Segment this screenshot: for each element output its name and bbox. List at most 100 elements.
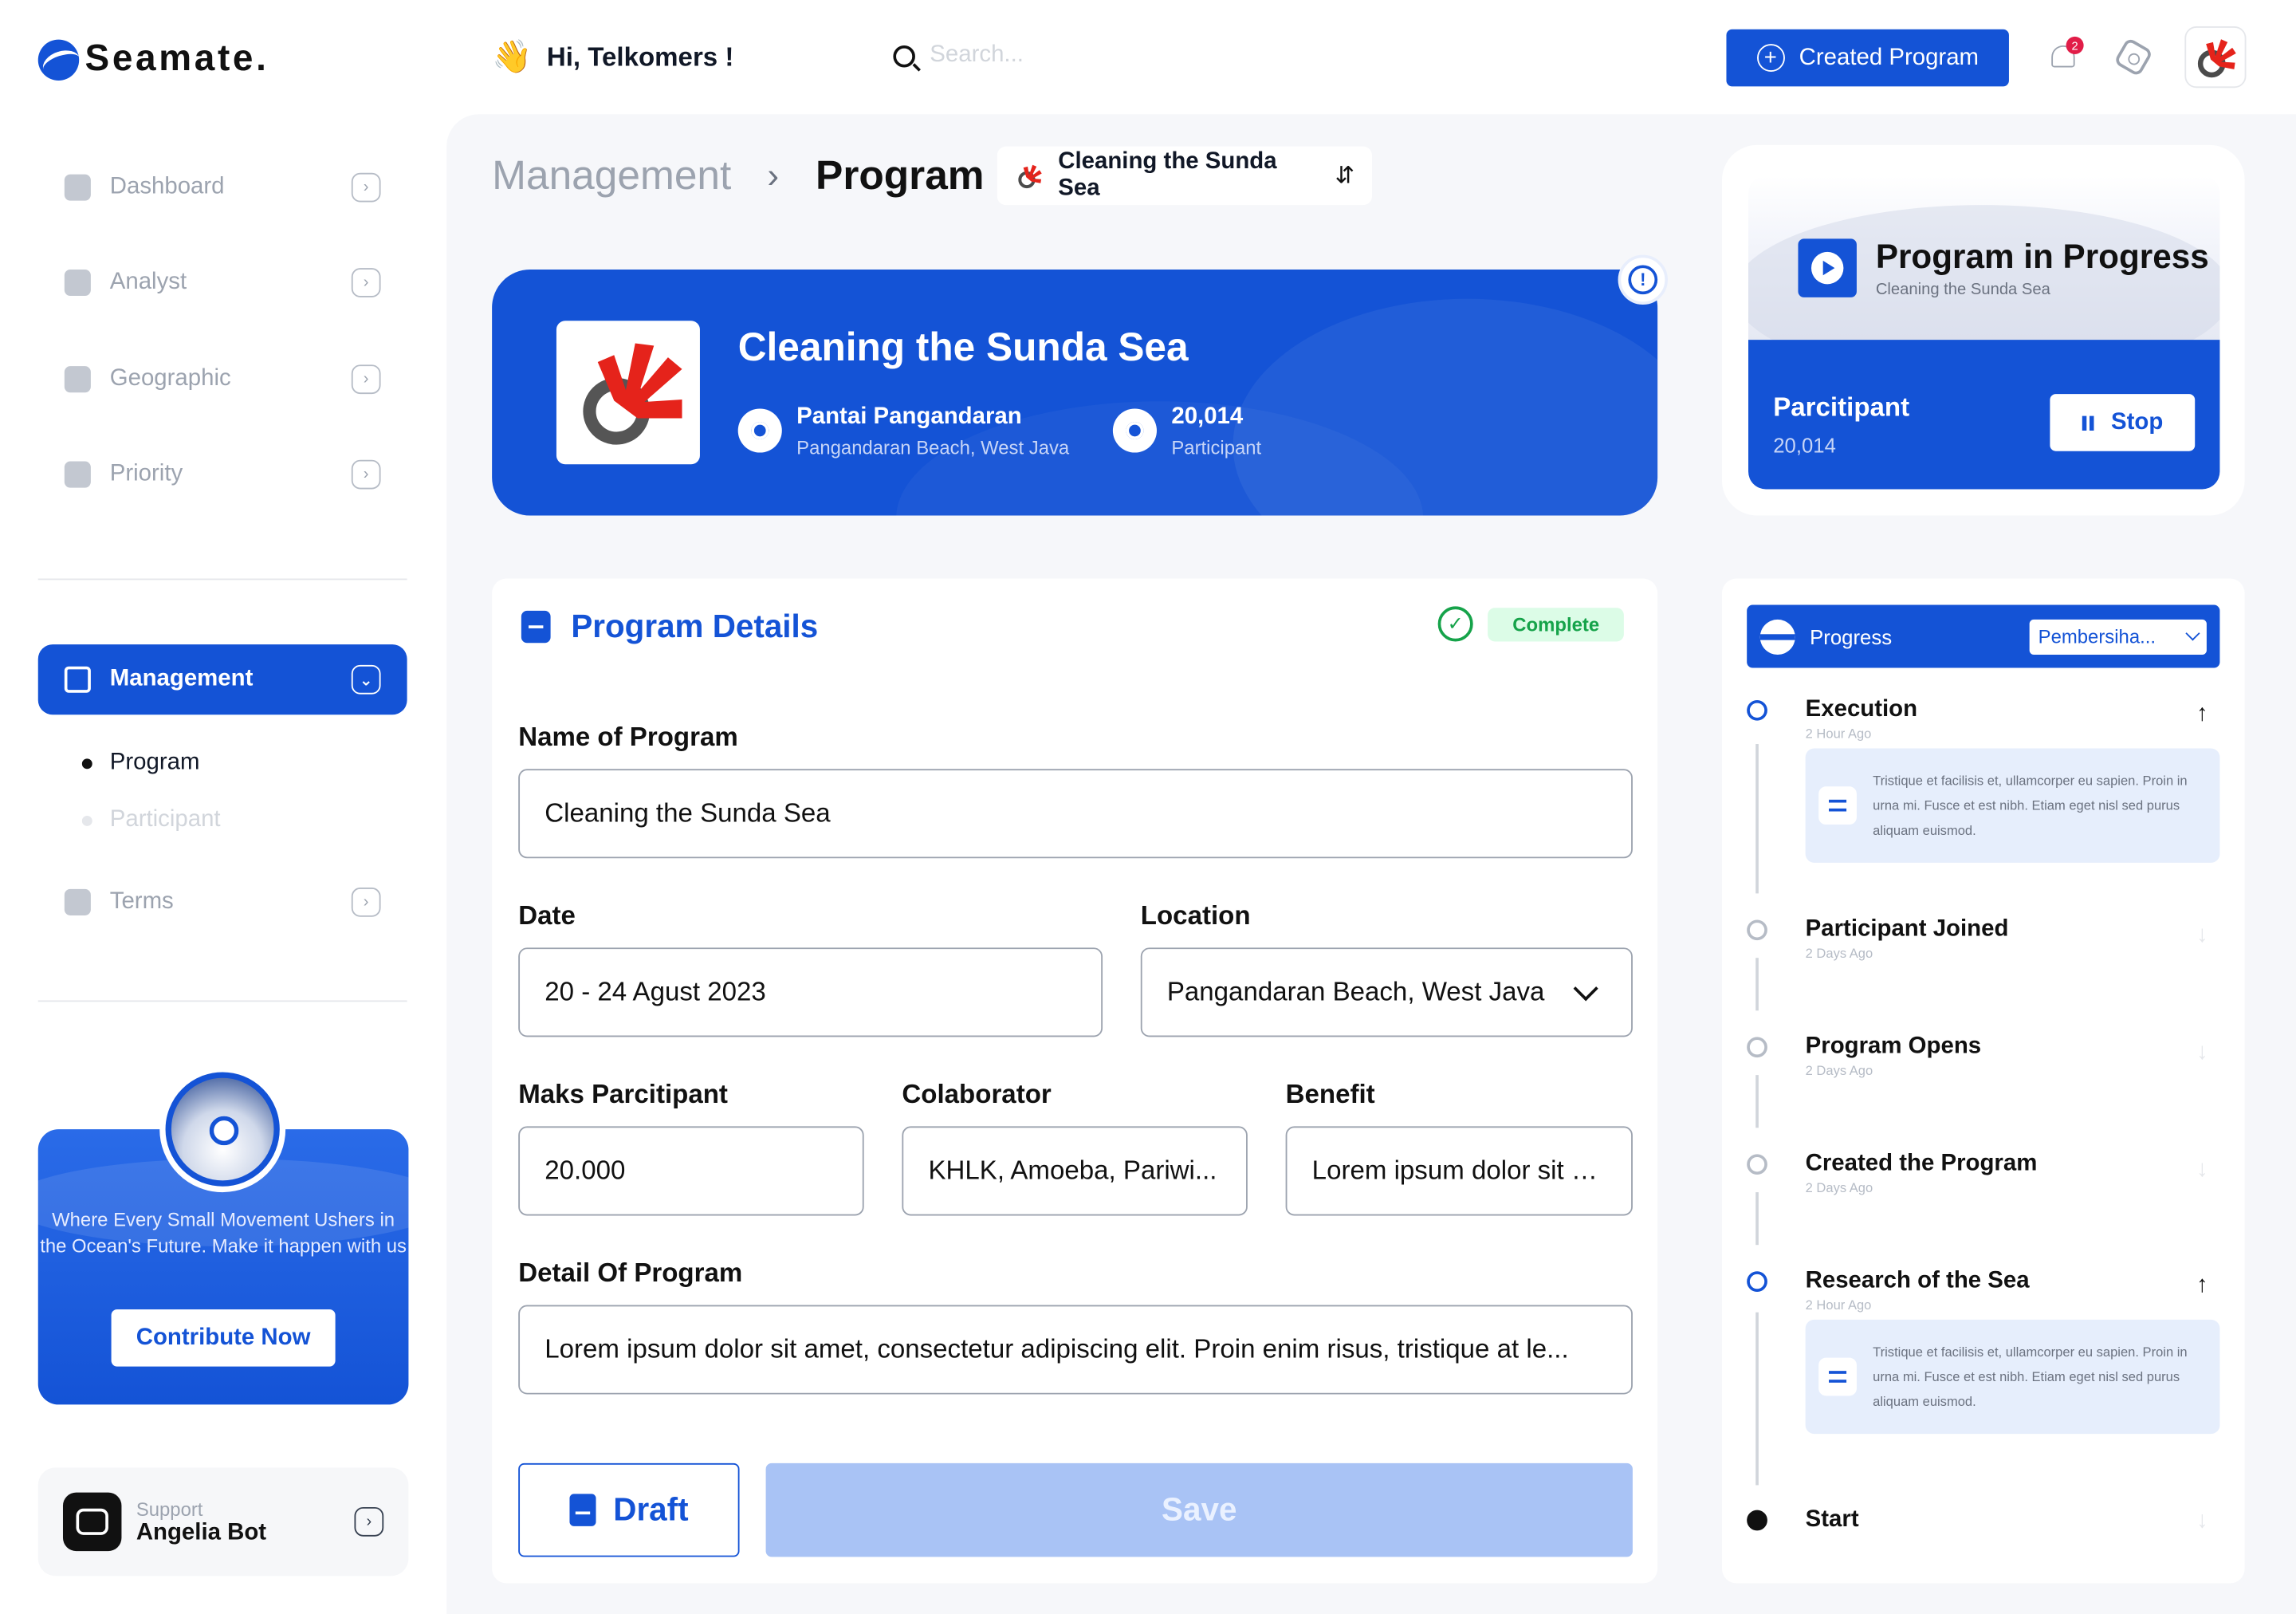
card-title-text: Program Details <box>571 608 819 645</box>
breadcrumb-separator: › <box>767 156 780 197</box>
home-icon <box>64 174 91 201</box>
arrow-up-icon[interactable]: ↑ <box>2196 1273 2208 1299</box>
plus-icon: + <box>1756 44 1785 72</box>
max-participant-input[interactable]: 20.000 <box>518 1126 864 1216</box>
document-icon <box>569 1494 596 1526</box>
arrow-down-icon[interactable]: ↓ <box>2196 1157 2208 1183</box>
user-avatar[interactable] <box>2184 26 2247 89</box>
sidebar-item-geographic[interactable]: Geographic › <box>38 347 407 411</box>
sidebar-item-priority[interactable]: Priority › <box>38 443 407 507</box>
timeline-item-title[interactable]: Participant Joined <box>1806 917 2009 943</box>
support-card[interactable]: Support Angelia Bot › <box>37 1467 409 1577</box>
breadcrumb-parent[interactable]: Management <box>492 152 731 199</box>
program-title: Cleaning the Sunda Sea <box>737 325 1189 369</box>
program-logo <box>556 321 700 465</box>
search-bar[interactable]: Search... <box>893 42 1024 69</box>
collaborator-input[interactable]: KHLK, Amoeba, Pariwi... <box>902 1126 1248 1216</box>
participants-label: Participant <box>1171 436 1262 459</box>
sidebar-item-analyst[interactable]: Analyst › <box>38 250 407 315</box>
sidebar-item-management[interactable]: Management ⌄ <box>37 644 407 715</box>
contribute-button[interactable]: Contribute Now <box>111 1309 336 1367</box>
sidebar-item-label: Management <box>109 666 254 691</box>
sidebar-subitem-participant[interactable]: Participant <box>81 807 221 833</box>
participants-value: 20,014 <box>1171 404 1244 430</box>
in-progress-title: Program in Progress <box>1875 237 2209 276</box>
settings-icon[interactable] <box>2113 37 2154 77</box>
timeline-note-text: Tristique et facilisis et, ullamcorper e… <box>1873 772 2188 837</box>
sidebar-item-label: Dashboard <box>109 174 225 199</box>
date-input[interactable]: 20 - 24 Agust 2023 <box>518 947 1103 1037</box>
chevron-right-icon: › <box>351 888 381 917</box>
app-logo[interactable]: Seamate. <box>37 38 269 81</box>
create-program-label: Created Program <box>1799 45 1980 70</box>
program-detail-input[interactable]: Lorem ipsum dolor sit amet, consectetur … <box>518 1305 1633 1395</box>
arrow-up-icon[interactable]: ↑ <box>2196 702 2208 728</box>
info-icon: ! <box>1628 265 1658 295</box>
timeline-connector <box>1755 1075 1759 1128</box>
date-label: Date <box>518 900 576 931</box>
program-name-input[interactable]: Cleaning the Sunda Sea <box>518 769 1633 859</box>
location-title: Pantai Pangandaran <box>796 404 1022 430</box>
date-value: 20 - 24 Agust 2023 <box>545 977 766 1006</box>
sidebar-item-dashboard[interactable]: Dashboard › <box>38 155 407 220</box>
create-program-button[interactable]: + Created Program <box>1726 29 2009 87</box>
timeline-item-title[interactable]: Research of the Sea <box>1806 1269 2030 1295</box>
promo-badge <box>159 1066 286 1193</box>
sidebar-divider <box>37 578 407 581</box>
support-name: Angelia Bot <box>136 1519 267 1545</box>
chevron-down-icon <box>1573 975 1598 1001</box>
app-root: Seamate. Dashboard › Analyst › Geographi… <box>0 0 2296 1614</box>
timeline-item-title[interactable]: Start <box>1806 1507 1859 1533</box>
search-input[interactable]: Search... <box>930 42 1024 69</box>
timeline-item-title[interactable]: Created the Program <box>1806 1151 2038 1178</box>
notification-button[interactable]: 2 <box>2047 36 2084 73</box>
bullet-icon <box>81 815 92 825</box>
location-label: Location <box>1140 900 1251 931</box>
location-value: Pangandaran Beach, West Java <box>1166 977 1545 1006</box>
sidebar-item-label: Geographic <box>109 366 231 392</box>
arrow-down-icon[interactable]: ↓ <box>2196 923 2208 949</box>
telkom-logo-icon <box>1018 164 1042 189</box>
program-switcher[interactable]: Cleaning the Sunda Sea ⇵ <box>997 146 1372 206</box>
program-switcher-label: Cleaning the Sunda Sea <box>1058 149 1277 201</box>
timeline-dot <box>1747 1510 1767 1531</box>
timeline-item-time: 2 Days Ago <box>1805 1063 1873 1078</box>
waving-hand-icon: 👋 <box>492 37 533 75</box>
layers-icon <box>64 666 91 693</box>
max-participant-value: 20.000 <box>545 1155 626 1185</box>
timeline-connector <box>1755 1192 1759 1246</box>
location-select[interactable]: Pangandaran Beach, West Java <box>1140 947 1633 1037</box>
chevron-right-icon[interactable]: › <box>354 1506 384 1537</box>
collaborator-label: Colaborator <box>902 1079 1052 1109</box>
arrow-down-icon[interactable]: ↓ <box>2196 1509 2208 1535</box>
timeline-item-time: 2 Hour Ago <box>1805 1297 1872 1313</box>
analytics-icon <box>64 269 91 297</box>
location-subtitle: Pangandaran Beach, West Java <box>796 436 1070 459</box>
max-participant-label: Maks Parcitipant <box>518 1079 728 1109</box>
sidebar-item-terms[interactable]: Terms › <box>38 870 407 935</box>
sidebar-subitem-label: Program <box>109 750 200 775</box>
save-button[interactable]: Save <box>765 1462 1633 1557</box>
progress-label: Progress <box>1810 624 1893 648</box>
location-chip: Pantai Pangandaran Pangandaran Beach, We… <box>737 404 1070 459</box>
progress-stage-select[interactable]: Pembersiha... <box>2029 619 2207 655</box>
info-button[interactable]: ! <box>1618 254 1669 305</box>
arrow-down-icon[interactable]: ↓ <box>2196 1040 2208 1066</box>
stop-button[interactable]: Stop <box>2050 394 2196 451</box>
logo-icon <box>37 38 80 81</box>
benefit-input[interactable]: Lorem ipsum dolor sit a... <box>1285 1126 1633 1216</box>
timeline-connector <box>1755 744 1759 894</box>
ocean-icon <box>171 1077 274 1181</box>
progress-stage-value: Pembersiha... <box>2038 625 2156 648</box>
draft-button[interactable]: Draft <box>518 1462 740 1557</box>
timeline-item-time: 2 Hour Ago <box>1805 726 1872 742</box>
timeline-item-title[interactable]: Program Opens <box>1806 1034 1981 1061</box>
sidebar-subitem-program[interactable]: Program <box>81 750 200 776</box>
timeline-item-title[interactable]: Execution <box>1806 697 1917 723</box>
chevron-right-icon: › <box>351 172 381 203</box>
chevron-right-icon: › <box>351 459 381 490</box>
calendar-icon <box>521 610 551 644</box>
bullet-icon <box>81 758 92 769</box>
search-icon <box>893 45 915 67</box>
chat-bot-icon <box>62 1492 122 1552</box>
